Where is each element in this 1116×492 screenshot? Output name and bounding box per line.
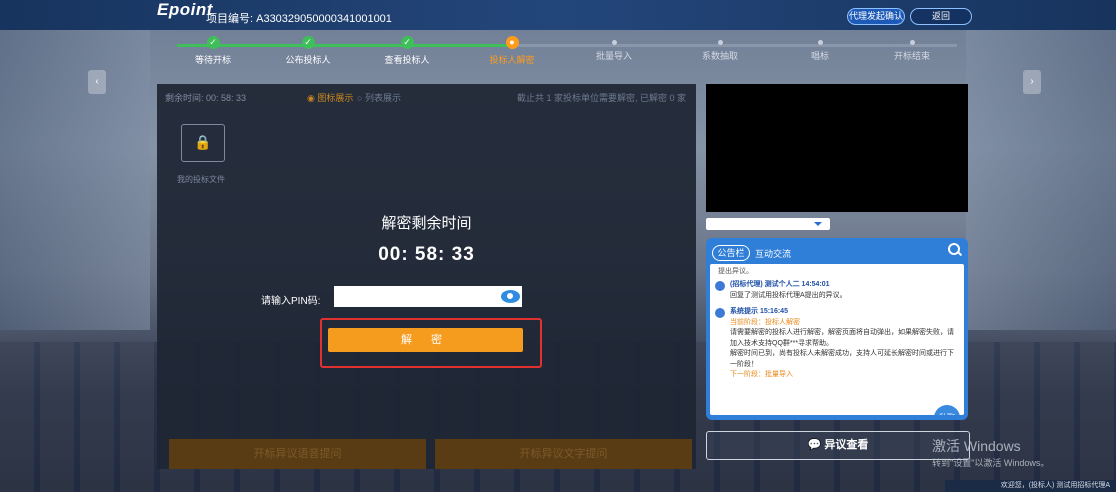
decrypt-button[interactable]: 解 密 bbox=[328, 328, 523, 352]
decrypt-title: 解密剩余时间 bbox=[381, 215, 472, 232]
decrypt-countdown: 00: 58: 33 bbox=[378, 244, 475, 265]
agent-confirm-button[interactable]: 代理发起确认 bbox=[847, 8, 905, 25]
message-fragment: 提出异议。 bbox=[718, 268, 753, 275]
chat-bubble-icon: 💬 bbox=[807, 439, 822, 451]
logo: Epoint bbox=[157, 0, 213, 19]
step-bidder-decrypt: ● 投标人解密 bbox=[489, 36, 535, 65]
panel-header: 剩余时间: 00: 58: 33 ◉ 图标展示 ○ 列表展示 截止共 1 家投标… bbox=[157, 84, 696, 108]
step-view-bidders: ✓ 查看投标人 bbox=[384, 36, 430, 65]
avatar bbox=[715, 308, 725, 318]
next-arrow-icon[interactable]: › bbox=[1023, 70, 1041, 94]
folder-label: 我的投标文件 bbox=[177, 175, 225, 184]
step-open-end: 开标结束 bbox=[862, 30, 962, 62]
windows-watermark-sub: 转到"设置"以激活 Windows。 bbox=[932, 458, 1050, 468]
video-source-select[interactable] bbox=[706, 218, 830, 230]
text-objection-button[interactable]: 开标异议文字提问 bbox=[435, 439, 692, 469]
status-bar: 欢迎您，(投标人) 测试用招标代理A bbox=[945, 480, 1116, 492]
pending-dot-icon bbox=[817, 40, 823, 45]
check-icon: ✓ bbox=[400, 36, 414, 49]
check-icon: ✓ bbox=[301, 36, 315, 49]
decrypt-count-notice: 截止共 1 家投标单位需要解密, 已解密 0 家 bbox=[516, 93, 686, 103]
view-icon-radio[interactable]: ◉ 图标展示 bbox=[307, 91, 353, 104]
progress-steps: ‹ › ✓ 等待开标 ✓ 公布投标人 ✓ 查看投标人 ● 投标人解密 批量导入 … bbox=[0, 30, 1116, 94]
avatar bbox=[715, 281, 725, 291]
project-number: 项目编号: A3303290500003410010​01 bbox=[206, 13, 392, 25]
step-batch-import: 批量导入 bbox=[564, 30, 664, 62]
list-item: (招标代理) 测试个人二 14:54:01 回复了测试用投标代理A提出的异议。 bbox=[710, 278, 964, 305]
tab-interaction[interactable]: 互动交流 bbox=[755, 247, 791, 260]
step-sing-bid: 唱标 bbox=[770, 30, 870, 62]
current-dot-icon: ● bbox=[505, 36, 519, 49]
folder-lock-icon[interactable]: 🔒 bbox=[181, 124, 225, 162]
pin-input[interactable] bbox=[334, 286, 522, 307]
search-icon[interactable] bbox=[948, 243, 960, 255]
step-announce-bidders: ✓ 公布投标人 bbox=[285, 36, 331, 65]
back-button[interactable]: 返回 bbox=[910, 8, 972, 25]
view-list-radio[interactable]: ○ 列表展示 bbox=[357, 91, 401, 104]
private-chat-button[interactable]: 私聊 bbox=[934, 405, 960, 415]
message-list[interactable]: 提出异议。 (招标代理) 测试个人二 14:54:01 回复了测试用投标代理A提… bbox=[710, 264, 964, 415]
objection-view-button[interactable]: 💬 异议查看 bbox=[706, 431, 970, 460]
tab-announcement[interactable]: 公告栏 bbox=[712, 245, 750, 261]
pending-dot-icon bbox=[717, 40, 723, 45]
decrypt-panel: 剩余时间: 00: 58: 33 ◉ 图标展示 ○ 列表展示 截止共 1 家投标… bbox=[157, 84, 696, 469]
step-wait-open: ✓ 等待开标 bbox=[194, 36, 231, 65]
check-icon: ✓ bbox=[206, 36, 220, 49]
eye-icon[interactable] bbox=[501, 290, 520, 303]
video-player[interactable] bbox=[706, 84, 968, 212]
pending-dot-icon bbox=[909, 40, 915, 45]
pending-dot-icon bbox=[611, 40, 617, 45]
list-item: 系统提示 15:16:45 当前阶段：投标人解密 请需要解密的投标人进行解密，解… bbox=[710, 305, 964, 385]
announcement-board: 公告栏 互动交流 提出异议。 (招标代理) 测试个人二 14:54:01 回复了… bbox=[706, 238, 968, 420]
pin-label: 请输入PIN码: bbox=[261, 296, 321, 307]
top-bar: Epoint 项目编号: A3303290500003410010​01 代理发… bbox=[0, 0, 1116, 30]
voice-objection-button[interactable]: 开标异议语音提问 bbox=[169, 439, 426, 469]
windows-watermark: 激活 Windows bbox=[932, 438, 1021, 454]
remaining-time: 剩余时间: 00: 58: 33 bbox=[165, 93, 247, 103]
prev-arrow-icon[interactable]: ‹ bbox=[88, 70, 106, 94]
step-coef-draw: 系数抽取 bbox=[670, 30, 770, 62]
